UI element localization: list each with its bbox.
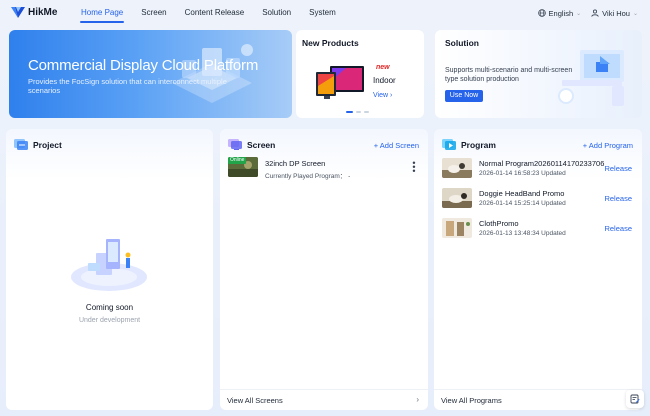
project-icon: [14, 139, 28, 150]
nav-system[interactable]: System: [300, 0, 345, 26]
program-icon: [442, 139, 456, 150]
hikme-logo-icon: [11, 7, 25, 18]
top-navigation-bar: HikMe Home Page Screen Content Release S…: [0, 0, 650, 26]
coming-soon-illustration: [71, 239, 147, 291]
view-label: View: [373, 92, 389, 99]
product-name: Indoor: [373, 76, 396, 85]
screen-card-header: Screen + Add Screen: [220, 129, 428, 159]
chevron-down-icon: ⌄: [576, 10, 582, 17]
screen-list-item[interactable]: Online 32inch DP Screen Currently Played…: [228, 157, 420, 180]
program-thumbnail: [442, 218, 472, 238]
solution-description: Supports multi-scenario and multi-screen…: [445, 67, 573, 83]
screen-thumbnail: Online: [228, 157, 258, 177]
program-thumbnail: [442, 188, 472, 208]
app-logo[interactable]: HikMe: [11, 6, 57, 19]
program-name: Normal Program20260114170233706: [479, 159, 605, 168]
solution-title: Solution: [445, 38, 479, 48]
view-all-screens-link[interactable]: View All Screens: [227, 396, 283, 405]
user-menu[interactable]: Viki Hou ⌄: [591, 9, 638, 18]
language-selector[interactable]: English ⌄: [537, 8, 582, 18]
nav-content-release[interactable]: Content Release: [176, 0, 254, 26]
banner-title: Commercial Display Cloud Platform: [28, 57, 259, 74]
app-name: HikMe: [28, 7, 58, 18]
program-updated-time: 2026-01-14 15:25:14 Updated: [479, 200, 566, 207]
new-products-card[interactable]: New Products new Indoor View ›: [296, 30, 424, 118]
program-list-item[interactable]: Doggie HeadBand Promo 2026-01-14 15:25:1…: [442, 187, 634, 209]
display-product-image: [316, 66, 364, 99]
user-name: Viki Hou: [602, 8, 630, 18]
carousel-dot-active[interactable]: [346, 111, 353, 113]
release-button[interactable]: Release: [604, 164, 632, 173]
online-status-badge: Online: [228, 157, 247, 164]
screen-icon: [228, 139, 242, 150]
nav-solution[interactable]: Solution: [253, 0, 300, 26]
program-card-footer[interactable]: View All Programs: [434, 389, 642, 410]
solution-card: Solution Supports multi-scenario and mul…: [435, 30, 642, 118]
screen-title: Screen: [247, 140, 276, 150]
screen-name: 32inch DP Screen: [265, 159, 326, 168]
screen-card-footer[interactable]: View All Screens ›: [220, 389, 428, 410]
program-thumbnail: [442, 158, 472, 178]
currently-played-program: Currently Played Program： -: [265, 173, 351, 180]
program-title: Program: [461, 140, 496, 150]
program-list-item[interactable]: Normal Program20260114170233706 2026-01-…: [442, 157, 634, 179]
floating-action-button[interactable]: [626, 390, 644, 408]
banner-description: Provides the FocSign solution that can i…: [28, 77, 227, 95]
more-options-icon[interactable]: • • •: [412, 159, 416, 176]
nav-home-page[interactable]: Home Page: [72, 0, 132, 26]
coming-soon-text: Coming soon: [85, 303, 134, 312]
project-card: Project Coming soon Under development: [6, 129, 213, 410]
nav-screen[interactable]: Screen: [132, 0, 175, 26]
chevron-right-icon: ›: [416, 395, 419, 404]
chevron-down-icon: ⌄: [632, 10, 638, 17]
carousel-dot[interactable]: [364, 111, 369, 113]
project-card-header: Project: [6, 129, 213, 159]
program-card: Program + Add Program Normal Program2026…: [434, 129, 642, 410]
program-updated-time: 2026-01-14 16:58:23 Updated: [479, 170, 566, 177]
release-button[interactable]: Release: [604, 224, 632, 233]
add-screen-button[interactable]: + Add Screen: [374, 141, 419, 150]
carousel-dot[interactable]: [356, 111, 361, 113]
under-development-text: Under development: [78, 317, 141, 324]
user-icon: [591, 9, 599, 17]
view-product-link[interactable]: View ›: [373, 92, 392, 99]
top-right-controls: English ⌄ Viki Hou ⌄: [537, 0, 638, 26]
new-badge: new: [376, 64, 390, 71]
chevron-right-icon: ›: [390, 92, 393, 99]
platform-banner[interactable]: Commercial Display Cloud Platform Provid…: [9, 30, 292, 118]
language-label: English: [548, 8, 574, 18]
program-name: ClothPromo: [479, 219, 519, 228]
new-products-title: New Products: [302, 38, 359, 48]
use-now-button[interactable]: Use Now: [445, 90, 483, 102]
document-edit-icon: [630, 394, 640, 404]
main-nav: Home Page Screen Content Release Solutio…: [72, 0, 345, 26]
project-title: Project: [33, 140, 62, 150]
carousel-indicators: [346, 111, 369, 113]
add-program-button[interactable]: + Add Program: [583, 141, 633, 150]
program-list-item[interactable]: ClothPromo 2026-01-13 13:48:34 Updated R…: [442, 217, 634, 239]
view-all-programs-link[interactable]: View All Programs: [441, 396, 502, 405]
screen-card: Screen + Add Screen Online 32inch DP Scr…: [220, 129, 428, 410]
globe-icon: [537, 9, 546, 17]
cloud-platform-illustration: [172, 44, 253, 103]
program-updated-time: 2026-01-13 13:48:34 Updated: [479, 230, 566, 237]
program-name: Doggie HeadBand Promo: [479, 189, 565, 198]
program-card-header: Program + Add Program: [434, 129, 642, 159]
release-button[interactable]: Release: [604, 194, 632, 203]
